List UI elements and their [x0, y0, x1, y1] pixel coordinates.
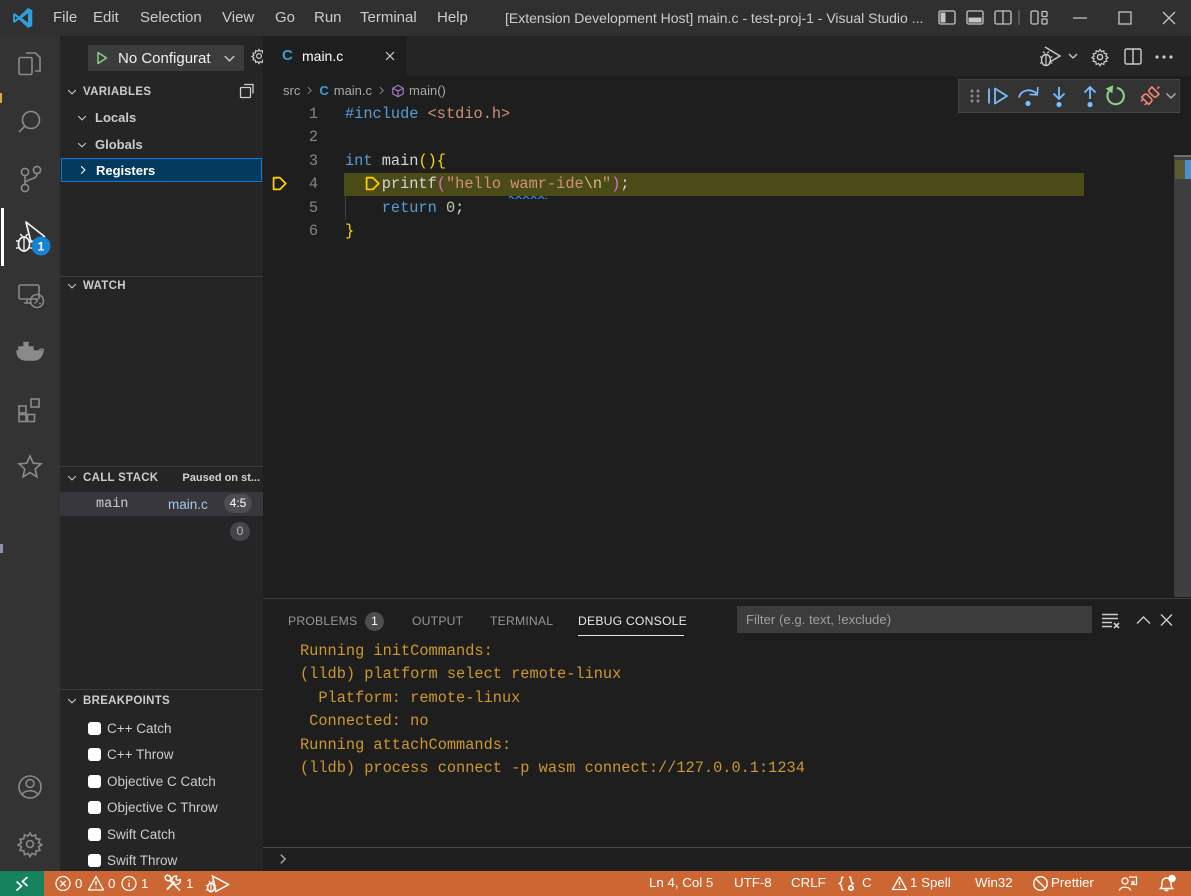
svg-text:0: 0	[75, 876, 82, 891]
svg-text:1: 1	[186, 876, 193, 891]
svg-text:1: 1	[38, 240, 45, 254]
svg-text:1: 1	[141, 876, 148, 891]
svg-text:0: 0	[108, 876, 115, 891]
